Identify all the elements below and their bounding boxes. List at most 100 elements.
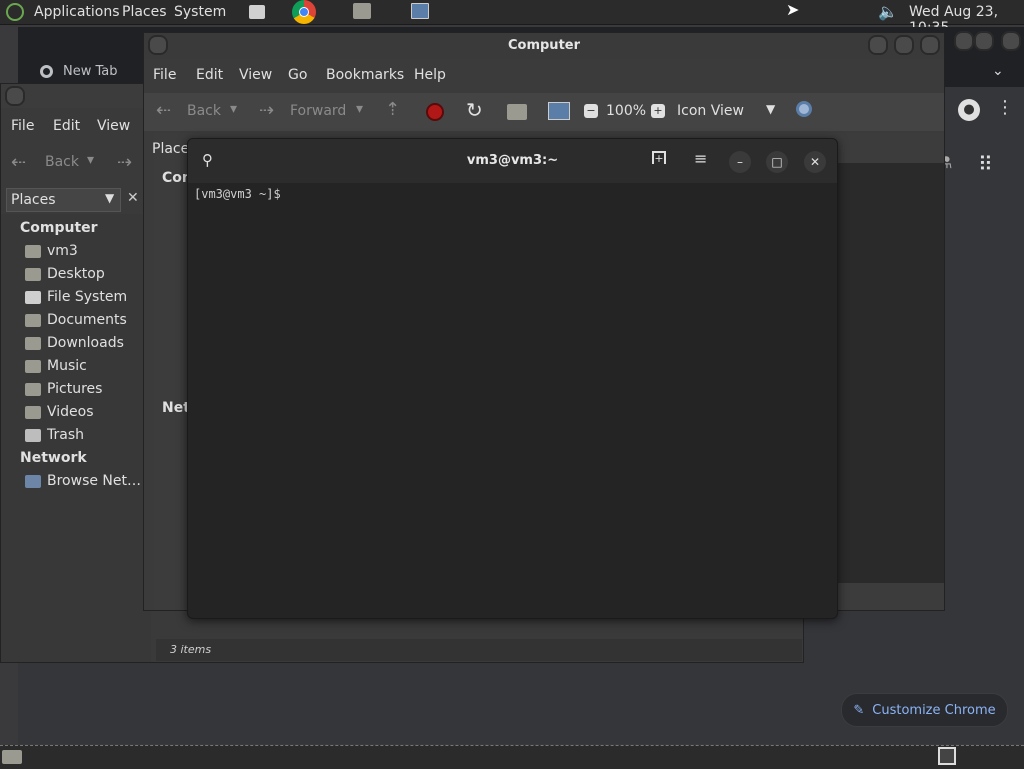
files-view[interactable]	[834, 163, 944, 583]
sidebar-item-desktop[interactable]: Desktop	[25, 266, 105, 282]
terminal-launcher-icon[interactable]	[249, 5, 265, 19]
forward-button[interactable]: Forward	[290, 103, 346, 119]
top-panel: Applications Places System ➤ 🔈 Wed Aug 2…	[0, 0, 1024, 36]
back-button[interactable]: Back	[187, 103, 221, 119]
distro-logo-icon[interactable]	[6, 3, 24, 21]
zoom-level[interactable]: 100%	[606, 103, 646, 119]
home-icon[interactable]	[507, 104, 527, 120]
menu-file[interactable]: File	[153, 67, 176, 83]
documents-folder-icon	[25, 313, 41, 327]
close-button[interactable]	[920, 35, 940, 55]
customize-chrome-label: Customize Chrome	[872, 702, 996, 718]
sidebar-item-label: Desktop	[47, 266, 105, 282]
applications-menu[interactable]: Applications	[34, 4, 120, 20]
show-desktop-icon[interactable]	[2, 750, 22, 764]
chrome-window-button[interactable]	[1001, 31, 1021, 51]
forward-arrow-icon[interactable]: ⇢	[259, 100, 274, 121]
home-folder-launcher-icon[interactable]	[353, 3, 371, 19]
sidebar-item-videos[interactable]: Videos	[25, 404, 94, 420]
zoom-in-icon[interactable]: +	[651, 104, 665, 118]
pencil-icon: ✎	[853, 702, 865, 718]
chrome-window-button[interactable]	[954, 31, 974, 51]
places-menu[interactable]: Places	[122, 4, 167, 20]
chrome-launcher-icon[interactable]	[292, 0, 316, 24]
menu-file[interactable]: File	[11, 118, 34, 134]
sidebar-item-pictures[interactable]: Pictures	[25, 381, 102, 397]
workspace-switcher-icon[interactable]	[938, 747, 956, 765]
terminal-header-bar[interactable]: ⚲ vm3@vm3:~ + ≡ – □ ✕	[188, 139, 837, 183]
sidebar-header-computer: Computer	[20, 220, 98, 236]
minimize-button[interactable]: –	[729, 151, 751, 173]
desktop-folder-icon	[25, 267, 41, 281]
pictures-folder-icon	[25, 382, 41, 396]
sidebar-item-file-system[interactable]: File System	[25, 289, 127, 305]
back-dropdown-icon[interactable]: ▾	[87, 152, 94, 168]
sidebar-item-downloads[interactable]: Downloads	[25, 335, 124, 351]
music-folder-icon	[25, 359, 41, 373]
maximize-button[interactable]	[894, 35, 914, 55]
places-selector-label: Places	[11, 192, 56, 208]
sidebar-item-browse-network[interactable]: Browse Net…	[25, 473, 141, 489]
downloads-folder-icon	[25, 336, 41, 350]
terminal-prompt[interactable]: [vm3@vm3 ~]$	[194, 187, 281, 201]
terminal-text-area[interactable]	[188, 205, 837, 618]
sidebar-item-label: Pictures	[47, 381, 103, 397]
sidebar-item-label: Documents	[47, 312, 127, 328]
back-button[interactable]: Back	[45, 154, 79, 170]
forward-arrow-icon[interactable]: ⇢	[117, 152, 132, 173]
computer-window-toolbar: ⇠ Back ▾ ⇢ Forward ▾ ⇡ ↻ − 100% + Icon V…	[144, 93, 944, 131]
chrome-menu-icon[interactable]: ⋮	[996, 97, 1014, 118]
maximize-button[interactable]: □	[766, 151, 788, 173]
sidebar-item-label: Videos	[47, 404, 94, 420]
bottom-panel	[0, 745, 1024, 769]
menu-edit[interactable]: Edit	[53, 118, 80, 134]
hamburger-menu-icon[interactable]: ≡	[694, 149, 707, 168]
computer-window-titlebar[interactable]: Computer	[144, 33, 944, 59]
customize-chrome-button[interactable]: ✎ Customize Chrome	[841, 693, 1008, 727]
mouse-cursor-icon: ➤	[786, 0, 800, 19]
computer-launcher-icon[interactable]	[411, 3, 429, 19]
new-tab-icon[interactable]: +	[652, 151, 666, 164]
sidebar-item-label: Trash	[47, 427, 84, 443]
menu-bookmarks[interactable]: Bookmarks	[326, 67, 404, 83]
back-arrow-icon[interactable]: ⇠	[156, 100, 171, 121]
profile-icon[interactable]: ●	[958, 99, 980, 121]
menu-help[interactable]: Help	[414, 67, 446, 83]
status-text: 3 items	[170, 643, 212, 656]
menu-edit[interactable]: Edit	[196, 67, 223, 83]
menu-go[interactable]: Go	[288, 67, 307, 83]
system-menu[interactable]: System	[174, 4, 226, 20]
places-selector[interactable]: Places ▼	[6, 188, 121, 212]
sidebar-header-network: Network	[20, 450, 87, 466]
search-icon[interactable]	[796, 101, 812, 117]
sidebar-item-trash[interactable]: Trash	[25, 427, 84, 443]
status-bar: 3 items	[156, 639, 802, 661]
zoom-out-icon[interactable]: −	[584, 104, 598, 118]
window-menu-button[interactable]	[5, 86, 25, 106]
sidebar-item-documents[interactable]: Documents	[25, 312, 127, 328]
close-button[interactable]: ✕	[804, 151, 826, 173]
google-apps-icon[interactable]: ⠿	[978, 152, 993, 176]
menu-view[interactable]: View	[239, 67, 272, 83]
volume-icon[interactable]: 🔈	[878, 2, 898, 21]
view-mode-select[interactable]: Icon View	[677, 103, 744, 119]
reload-icon[interactable]: ↻	[466, 98, 483, 122]
computer-icon[interactable]	[548, 102, 570, 120]
stop-icon[interactable]	[426, 103, 444, 121]
trash-icon	[25, 428, 41, 442]
places-dropdown-icon: ▼	[105, 191, 115, 205]
up-arrow-icon[interactable]: ⇡	[385, 99, 400, 120]
computer-window-menubar: File Edit View Go Bookmarks Help	[144, 65, 944, 91]
tab-search-chevron-icon[interactable]: ⌄	[992, 63, 1004, 79]
menu-view[interactable]: View	[97, 118, 130, 134]
sidebar-item-vm3[interactable]: vm3	[25, 243, 78, 259]
view-mode-dropdown-icon[interactable]: ▼	[766, 102, 775, 116]
back-arrow-icon[interactable]: ⇠	[11, 152, 26, 173]
sidebar-item-music[interactable]: Music	[25, 358, 87, 374]
chrome-window-button[interactable]	[974, 31, 994, 51]
close-sidebar-icon[interactable]: ✕	[127, 190, 139, 206]
forward-dropdown-icon[interactable]: ▾	[356, 101, 363, 117]
minimize-button[interactable]	[868, 35, 888, 55]
sidebar-item-label: File System	[47, 289, 128, 305]
back-dropdown-icon[interactable]: ▾	[230, 101, 237, 117]
